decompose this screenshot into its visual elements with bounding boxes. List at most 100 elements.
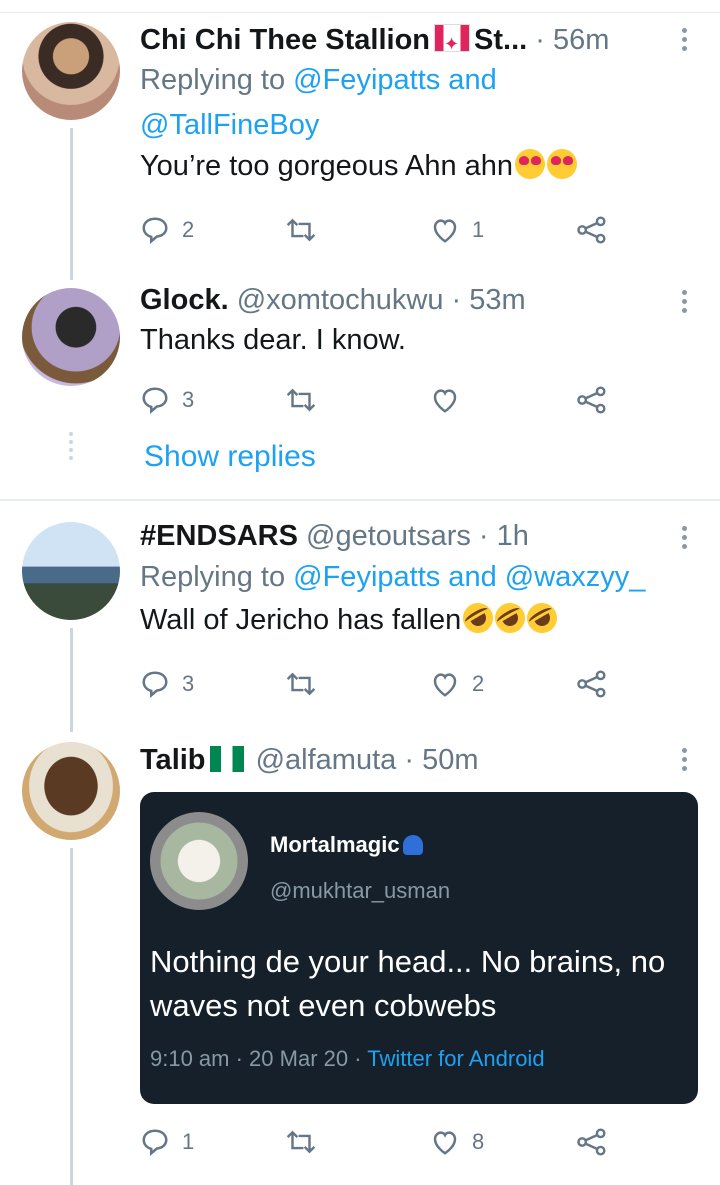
quoted-name-container: Mortalmagic: [270, 832, 423, 858]
share-button[interactable]: [576, 210, 608, 250]
replying-to-label: Replying to: [140, 561, 286, 593]
tweet-text: Thanks dear. I know.: [140, 324, 406, 356]
more-icon[interactable]: [682, 748, 690, 775]
like-button[interactable]: 8: [430, 1122, 484, 1162]
thread-dots: [69, 432, 73, 464]
like-button[interactable]: 2: [430, 664, 484, 704]
conversation-divider: [0, 499, 720, 501]
mention-link[interactable]: @Feyipatts and: [293, 64, 497, 96]
reply-button[interactable]: 3: [140, 664, 194, 704]
user-handle[interactable]: @getoutsars: [306, 520, 471, 552]
like-button[interactable]: 1: [430, 210, 484, 250]
retweet-button[interactable]: [284, 664, 330, 704]
thread-line: [70, 128, 73, 280]
share-icon: [577, 216, 606, 244]
display-name[interactable]: Glock.: [140, 284, 229, 316]
heart-eyes-emoji-icon: [515, 149, 546, 179]
show-replies-link[interactable]: Show replies: [144, 440, 316, 474]
replying-to: Replying to @Feyipatts and @TallFineBoy: [140, 58, 700, 148]
more-icon[interactable]: [682, 28, 690, 55]
separator: ·: [404, 744, 414, 776]
retweet-icon: [286, 218, 316, 242]
reply-icon: [142, 1129, 168, 1156]
replying-to: Replying to @Feyipatts and @waxzyy_: [140, 554, 700, 600]
reply-count: 3: [182, 387, 195, 412]
reply-button[interactable]: 3: [140, 380, 194, 420]
separator: ·: [451, 284, 462, 316]
retweet-icon: [286, 388, 316, 412]
quoted-handle: @mukhtar_usman: [270, 878, 451, 903]
reply-count: 3: [182, 671, 195, 696]
more-icon[interactable]: [682, 290, 690, 317]
like-icon: [433, 219, 457, 243]
share-icon: [577, 670, 606, 698]
quoted-tweet-image[interactable]: Mortalmagic @mukhtar_usman Nothing de yo…: [140, 792, 698, 1104]
more-icon[interactable]: [682, 526, 690, 553]
rofl-emoji-icon: [489, 597, 531, 639]
quoted-avatar: [150, 812, 248, 910]
heart-eyes-emoji-icon: [547, 149, 578, 179]
quoted-source: Twitter for Android: [367, 1046, 545, 1071]
avatar[interactable]: [22, 522, 120, 620]
retweet-button[interactable]: [284, 380, 330, 420]
like-button[interactable]: [430, 380, 472, 420]
share-button[interactable]: [576, 380, 608, 420]
user-handle[interactable]: @xomtochukwu: [237, 284, 444, 316]
rofl-emoji-icon: [457, 597, 499, 639]
tweet-header: #ENDSARS @getoutsars · 1h: [140, 518, 700, 554]
tweet-header: Talib @alfamuta · 50m: [140, 742, 700, 778]
reply-icon: [142, 217, 168, 244]
like-count: 8: [472, 1129, 485, 1154]
thread-line: [70, 848, 73, 1185]
like-icon: [433, 389, 457, 413]
quoted-text: Nothing de your head... No brains, no wa…: [150, 944, 666, 1023]
display-name[interactable]: Talib: [140, 744, 206, 776]
reply-button[interactable]: 2: [140, 210, 194, 250]
tweet-text: You’re too gorgeous Ahn ahn: [140, 150, 514, 182]
tweet-actions: 2 1: [140, 210, 620, 250]
avatar[interactable]: [22, 22, 120, 120]
share-button[interactable]: [576, 1122, 608, 1162]
nigeria-flag-icon: [209, 746, 244, 772]
share-button[interactable]: [576, 664, 608, 704]
share-icon: [577, 1128, 606, 1156]
quoted-display-name: Mortalmagic: [270, 832, 400, 857]
like-icon: [433, 673, 457, 697]
tweet-text: Wall of Jericho has fallen: [140, 604, 462, 636]
separator: ·: [478, 520, 489, 552]
avatar[interactable]: [22, 742, 120, 840]
separator: ·: [535, 24, 545, 56]
retweet-icon: [286, 672, 316, 696]
display-name[interactable]: Chi Chi Thee Stallion: [140, 24, 430, 56]
tweet-header: Chi Chi Thee Stallion St... · 56m: [140, 22, 700, 58]
timestamp[interactable]: 53m: [469, 284, 525, 316]
top-divider: [0, 12, 720, 13]
reply-count: 1: [182, 1129, 195, 1154]
like-count: 1: [472, 217, 485, 242]
share-icon: [577, 386, 606, 414]
display-name-suffix: St...: [474, 24, 528, 56]
timestamp[interactable]: 56m: [553, 24, 609, 56]
retweet-button[interactable]: [284, 210, 330, 250]
tweet-actions: 1 8: [140, 1122, 620, 1162]
tweet-text-container: Wall of Jericho has fallen: [140, 597, 700, 640]
reply-icon: [142, 387, 168, 414]
reply-button[interactable]: 1: [140, 1122, 194, 1162]
mention-link[interactable]: @TallFineBoy: [140, 109, 319, 141]
like-count: 2: [472, 671, 485, 696]
user-handle[interactable]: @alfamuta: [256, 744, 397, 776]
mention-link[interactable]: @Feyipatts and @waxzyy_: [293, 561, 645, 593]
tweet-text-container: You’re too gorgeous Ahn ahn: [140, 146, 700, 186]
timestamp[interactable]: 1h: [497, 520, 529, 552]
canada-flag-icon: [434, 24, 471, 58]
quoted-meta: 9:10 am · 20 Mar 20 · Twitter for Androi…: [150, 1046, 545, 1072]
like-icon: [433, 1131, 457, 1155]
retweet-button[interactable]: [284, 1122, 330, 1162]
display-name[interactable]: #ENDSARS: [140, 520, 298, 552]
timestamp[interactable]: 50m: [422, 744, 478, 776]
reply-count: 2: [182, 217, 195, 242]
tweet-header: Glock. @xomtochukwu · 53m: [140, 282, 700, 318]
replying-to-label: Replying to: [140, 64, 286, 96]
avatar[interactable]: [22, 288, 120, 386]
quoted-timestamp: 9:10 am · 20 Mar 20 ·: [150, 1046, 368, 1071]
